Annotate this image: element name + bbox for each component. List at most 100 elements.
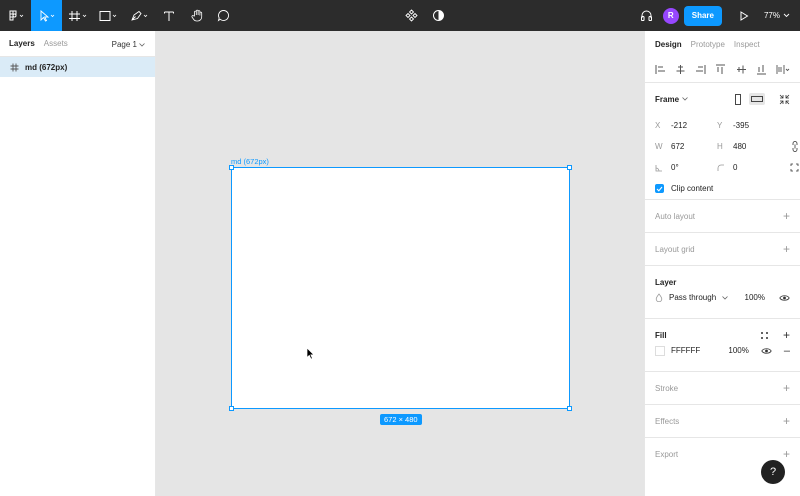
eye-icon[interactable] <box>761 347 772 355</box>
portrait-orientation-icon[interactable] <box>733 93 743 105</box>
y-label: Y <box>717 121 723 130</box>
audio-button[interactable] <box>637 0 657 31</box>
corner-radius-field[interactable]: 0 <box>717 157 779 178</box>
pen-tool-button[interactable] <box>124 0 155 31</box>
y-field[interactable]: Y -395 <box>717 115 779 136</box>
layout-grid-section: Layout grid + <box>645 233 800 266</box>
text-tool-button[interactable] <box>155 0 183 31</box>
frame-hash-icon <box>10 63 19 71</box>
fill-hex-value[interactable]: FFFFFF <box>671 346 700 355</box>
share-button[interactable]: Share <box>683 5 722 26</box>
present-button[interactable] <box>734 0 754 31</box>
add-auto-layout-icon[interactable]: + <box>783 210 790 222</box>
shape-tool-button[interactable] <box>94 0 124 31</box>
main-menu-button[interactable] <box>0 0 31 31</box>
landscape-orientation-icon <box>751 96 763 102</box>
stroke-section: Stroke + <box>645 372 800 405</box>
align-left-icon[interactable] <box>655 64 666 75</box>
landscape-orientation-button[interactable] <box>749 93 765 105</box>
chevron-down-icon <box>139 42 145 47</box>
style-grid-icon[interactable] <box>760 331 769 340</box>
add-stroke-icon[interactable]: + <box>783 382 790 394</box>
clip-content-checkbox[interactable] <box>655 184 664 193</box>
user-avatar[interactable]: R <box>662 7 679 24</box>
theme-toggle-button[interactable] <box>429 0 447 31</box>
fill-color-swatch[interactable] <box>655 345 665 356</box>
frame-label[interactable]: md (672px) <box>231 157 269 166</box>
clip-content-row[interactable]: Clip content <box>645 178 800 199</box>
rotation-field[interactable]: 0° <box>655 157 717 178</box>
components-button[interactable] <box>402 0 420 31</box>
comment-tool-button[interactable] <box>211 0 235 31</box>
add-layout-grid-icon[interactable]: + <box>783 243 790 255</box>
blend-mode-select[interactable]: Pass through <box>655 293 728 302</box>
distribute-icon[interactable] <box>776 64 790 75</box>
align-top-icon[interactable] <box>715 64 726 75</box>
drop-icon <box>655 293 663 302</box>
frame-properties: X -212 Y -395 W 672 H 480 0° 0 <box>645 115 800 178</box>
tab-layers[interactable]: Layers <box>9 39 35 48</box>
hand-tool-button[interactable] <box>183 0 211 31</box>
frame-tool-button[interactable] <box>62 0 94 31</box>
move-tool-button[interactable] <box>31 0 62 31</box>
layer-row[interactable]: md (672px) <box>0 57 155 77</box>
effects-title: Effects <box>655 416 680 426</box>
tab-assets[interactable]: Assets <box>44 39 68 48</box>
page-selector[interactable]: Page 1 <box>112 40 145 49</box>
stroke-title: Stroke <box>655 383 679 393</box>
h-value: 480 <box>733 142 747 151</box>
layout-grid-title: Layout grid <box>655 244 695 254</box>
resize-handle-top-left[interactable] <box>229 165 234 170</box>
layer-section: Layer Pass through 100% <box>645 266 800 319</box>
constrain-proportions-icon[interactable] <box>791 141 799 152</box>
x-field[interactable]: X -212 <box>655 115 717 136</box>
tab-inspect[interactable]: Inspect <box>734 40 760 49</box>
independent-corners-icon[interactable] <box>790 163 799 172</box>
add-fill-icon[interactable]: + <box>783 329 790 341</box>
tab-prototype[interactable]: Prototype <box>691 40 725 49</box>
fill-section-title: Fill <box>655 330 667 340</box>
headphones-icon <box>641 10 653 21</box>
w-value: 672 <box>671 142 685 151</box>
align-horizontal-center-icon[interactable] <box>675 64 686 75</box>
resize-handle-top-right[interactable] <box>567 165 572 170</box>
tab-design[interactable]: Design <box>655 40 682 49</box>
chevron-down-icon <box>682 97 688 101</box>
height-field[interactable]: H 480 <box>717 136 779 157</box>
resize-handle-bottom-left[interactable] <box>229 406 234 411</box>
corner-radius-icon <box>717 164 724 171</box>
zoom-menu[interactable]: 77% <box>764 11 790 20</box>
align-right-icon[interactable] <box>695 64 706 75</box>
frame-section: Frame X -212 Y -395 W 672 H 480 0° 0 Cli… <box>645 83 800 200</box>
help-button[interactable]: ? <box>761 460 785 484</box>
fill-opacity-value[interactable]: 100% <box>728 346 748 355</box>
frame-md[interactable] <box>229 165 572 411</box>
frame-section-title: Frame <box>655 94 680 104</box>
component-diamond-icon <box>404 9 418 22</box>
toolbar-right: R Share 77% <box>637 0 800 31</box>
rotation-icon <box>655 164 662 171</box>
zoom-value: 77% <box>763 11 780 20</box>
remove-fill-icon[interactable]: – <box>784 345 790 357</box>
frame-hash-icon <box>69 10 87 21</box>
align-bottom-icon[interactable] <box>756 64 767 75</box>
add-export-icon[interactable]: + <box>783 448 790 460</box>
canvas[interactable]: md (672px) 672 × 480 <box>156 31 644 496</box>
layer-blend-row: Pass through 100% <box>645 287 800 308</box>
align-vertical-center-icon[interactable] <box>736 64 747 75</box>
play-icon <box>740 10 749 21</box>
right-panel-tabs: Design Prototype Inspect <box>645 31 800 57</box>
resize-handle-bottom-right[interactable] <box>567 406 572 411</box>
frame-section-header: Frame <box>645 83 800 115</box>
eye-icon[interactable] <box>779 294 790 302</box>
width-field[interactable]: W 672 <box>655 136 717 157</box>
add-effect-icon[interactable]: + <box>783 415 790 427</box>
layer-opacity-value[interactable]: 100% <box>745 293 765 302</box>
text-icon <box>164 11 174 21</box>
alignment-toolbar <box>645 57 800 83</box>
h-label: H <box>717 142 723 151</box>
rotation-value: 0° <box>671 163 679 172</box>
chevron-down-icon <box>722 295 728 300</box>
resize-to-fit-icon[interactable] <box>779 94 790 105</box>
frame-type-select[interactable]: Frame <box>655 95 688 104</box>
